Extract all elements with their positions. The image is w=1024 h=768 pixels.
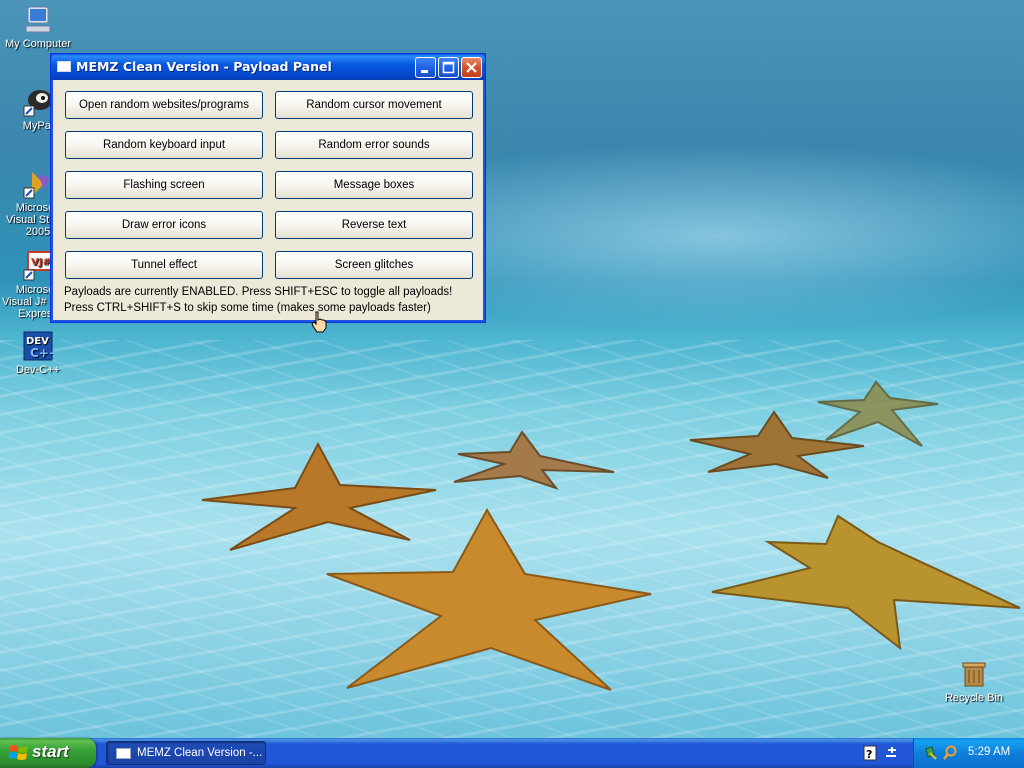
- language-icon[interactable]: [886, 747, 896, 757]
- my-computer-desktop-icon[interactable]: My Computer: [0, 4, 76, 50]
- maximize-icon: [442, 61, 455, 74]
- svg-text:?: ?: [866, 748, 872, 761]
- window-title: MEMZ Clean Version - Payload Panel: [76, 59, 332, 74]
- window-app-icon: [57, 61, 71, 72]
- computer-icon: [25, 6, 51, 33]
- random-keyboard-input-button[interactable]: Random keyboard input: [65, 131, 263, 159]
- window-titlebar[interactable]: MEMZ Clean Version - Payload Panel: [51, 54, 485, 80]
- network-icon[interactable]: [925, 746, 937, 760]
- windows-flag-icon: [9, 745, 28, 760]
- recycle-bin-icon: [962, 662, 986, 687]
- window-client-area: Open random websites/programs Random cur…: [54, 81, 482, 320]
- help-icon[interactable]: ?: [863, 745, 877, 761]
- starfish-image: [453, 430, 615, 490]
- message-boxes-button[interactable]: Message boxes: [275, 171, 473, 199]
- starfish-image: [711, 514, 1021, 651]
- reverse-text-button[interactable]: Reverse text: [275, 211, 473, 239]
- desktop-background: My Computer MyPal Microsoft Visual Studi…: [0, 0, 1024, 738]
- desktop-icon-label: MyPal: [22, 120, 54, 132]
- taskbar-window-label: MEMZ Clean Version -...: [137, 747, 263, 759]
- screen-glitches-button[interactable]: Screen glitches: [275, 251, 473, 279]
- hand-cursor-icon: [311, 311, 327, 333]
- recycle-bin-desktop-icon[interactable]: Recycle Bin: [936, 658, 1012, 704]
- skip-time-hint-text: Press CTRL+SHIFT+S to skip some time (ma…: [64, 302, 431, 314]
- svg-text:VJ#: VJ#: [31, 257, 51, 268]
- tunnel-effect-button[interactable]: Tunnel effect: [65, 251, 263, 279]
- open-random-websites-button[interactable]: Open random websites/programs: [65, 91, 263, 119]
- desktop-icon-label: Dev-C++: [15, 364, 61, 376]
- dev-cpp-desktop-icon[interactable]: DEV C++ Dev-C++: [0, 330, 76, 376]
- payload-panel-window: MEMZ Clean Version - Payload Panel Open …: [50, 53, 486, 323]
- draw-error-icons-button[interactable]: Draw error icons: [65, 211, 263, 239]
- payload-status-text: Payloads are currently ENABLED. Press SH…: [64, 286, 453, 298]
- dev-cpp-icon: DEV C++: [23, 331, 54, 361]
- maximize-button[interactable]: [438, 57, 459, 78]
- close-button[interactable]: [461, 57, 482, 78]
- starfish-image: [817, 380, 939, 447]
- close-icon: [466, 62, 477, 73]
- taskbar-window-button[interactable]: MEMZ Clean Version -...: [106, 741, 266, 765]
- search-icon[interactable]: [943, 745, 957, 760]
- taskbar: start MEMZ Clean Version -... ? 5:29 AM: [0, 738, 1024, 768]
- flashing-screen-button[interactable]: Flashing screen: [65, 171, 263, 199]
- starfish-image: [326, 508, 652, 691]
- minimize-button[interactable]: [415, 57, 436, 78]
- window-app-icon: [116, 748, 131, 759]
- random-error-sounds-button[interactable]: Random error sounds: [275, 131, 473, 159]
- svg-text:C++: C++: [30, 346, 54, 360]
- desktop-icon-label: My Computer: [4, 38, 72, 50]
- system-tray: 5:29 AM: [913, 738, 1024, 768]
- clock[interactable]: 5:29 AM: [968, 746, 1010, 758]
- minimize-icon: [421, 70, 428, 73]
- start-button[interactable]: start: [0, 738, 96, 768]
- start-label: start: [32, 742, 69, 761]
- tray-extra-icons: ?: [862, 744, 906, 766]
- random-cursor-movement-button[interactable]: Random cursor movement: [275, 91, 473, 119]
- desktop-icon-label: Recycle Bin: [944, 692, 1004, 704]
